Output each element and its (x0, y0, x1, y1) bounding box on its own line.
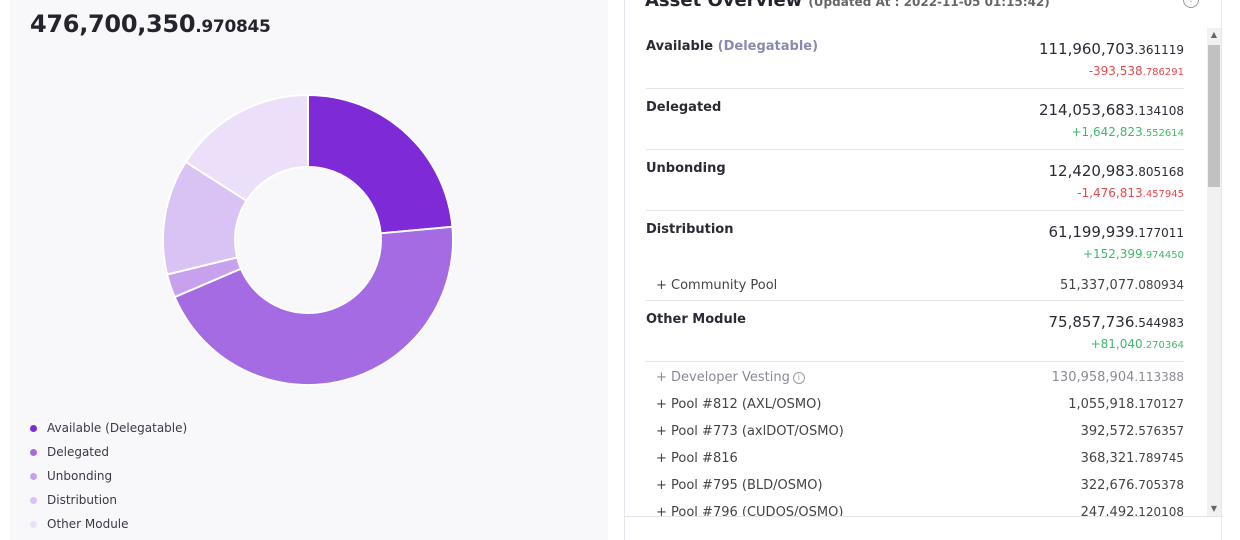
updated-at: (Updated At : 2022-11-05 01:15:42) (808, 0, 1050, 9)
asset-overview-panel: Asset Overview (Updated At : 2022-11-05 0… (624, 0, 1223, 540)
row-change: -393,538.786291 (1088, 64, 1184, 78)
row-amount: 75,857,736.544983 (1048, 313, 1184, 331)
legend-item-available[interactable]: Available (Delegatable) (30, 416, 187, 440)
vertical-scrollbar[interactable]: ▲ ▼ (1207, 28, 1221, 516)
info-icon[interactable]: i (792, 372, 805, 384)
legend-item-delegated[interactable]: Delegated (30, 440, 187, 464)
row-change: +81,040.270364 (1090, 337, 1184, 351)
legend-label: Delegated (47, 445, 110, 459)
row-change: +152,399.974450 (1082, 247, 1184, 261)
row-distribution: Distribution 61,199,939.177011 +152,399.… (646, 211, 1184, 272)
subrow-label: + Pool #796 (CUDOS/OSMO) (656, 505, 844, 516)
row-unbonding: Unbonding 12,420,983.805168 -1,476,813.4… (646, 150, 1184, 211)
total-amount: 476,700,350.970845 (30, 10, 271, 38)
row-amount: 61,199,939.177011 (1048, 223, 1184, 241)
asset-list[interactable]: Available (Delegatable) 111,960,703.3611… (625, 28, 1223, 516)
subrow-amount: 130,958,904.113388 (1051, 370, 1184, 385)
row-amount: 214,053,683.134108 (1038, 101, 1184, 119)
subrow-label: + Pool #816 (656, 451, 738, 466)
subrow-amount: 322,676.705378 (1080, 478, 1184, 493)
slice-available[interactable] (307, 93, 454, 235)
legend-item-unbonding[interactable]: Unbonding (30, 464, 187, 488)
row-label: Other Module (646, 312, 746, 327)
legend-label: Unbonding (47, 469, 113, 483)
subrow-amount: 368,321.789745 (1080, 451, 1184, 466)
row-delegated: Delegated 214,053,683.134108 +1,642,823.… (646, 89, 1184, 150)
legend-item-other-module[interactable]: Other Module (30, 512, 187, 536)
row-other-module: Other Module 75,857,736.544983 +81,040.2… (646, 301, 1184, 362)
legend-label: Distribution (47, 493, 118, 507)
subrow-pool-795: + Pool #795 (BLD/OSMO) 322,676.705378 (646, 472, 1184, 499)
subrow-amount: 392,572.576357 (1080, 424, 1184, 439)
legend-label: Available (Delegatable) (47, 421, 188, 435)
row-available: Available (Delegatable) 111,960,703.3611… (646, 28, 1184, 89)
subrow-community-pool: + Community Pool 51,337,077.080934 (646, 272, 1184, 301)
subrow-label: + Developer Vesting i (656, 370, 805, 385)
subrow-pool-773: + Pool #773 (axlDOT/OSMO) 392,572.576357 (646, 418, 1184, 445)
chart-legend: Available (Delegatable) Delegated Unbond… (30, 416, 187, 536)
legend-dot-icon (30, 472, 37, 480)
subrow-pool-812: + Pool #812 (AXL/OSMO) 1,055,918.170127 (646, 391, 1184, 418)
panel-title: Asset Overview (Updated At : 2022-11-05 0… (645, 0, 1050, 11)
subrow-label: + Community Pool (656, 278, 778, 293)
scroll-thumb[interactable] (1208, 45, 1220, 187)
subrow-label: + Pool #795 (BLD/OSMO) (656, 478, 823, 493)
help-icon[interactable]: ? (1183, 0, 1199, 8)
subrow-amount: 1,055,918.170127 (1068, 397, 1184, 412)
total-assets-panel: 476,700,350.970845 Available (Delegatabl… (10, 0, 608, 540)
legend-dot-icon (30, 496, 37, 504)
subrow-pool-796: + Pool #796 (CUDOS/OSMO) 247,492.120108 (646, 499, 1184, 516)
row-label: Delegated (646, 100, 722, 115)
divider (625, 516, 1223, 517)
row-label: Available (Delegatable) (646, 39, 819, 54)
legend-item-distribution[interactable]: Distribution (30, 488, 187, 512)
scroll-down-icon[interactable]: ▼ (1207, 502, 1221, 516)
subrow-amount: 247,492.120108 (1080, 505, 1184, 516)
row-label: Distribution (646, 222, 734, 237)
legend-dot-icon (30, 448, 37, 456)
legend-dot-icon (30, 520, 37, 528)
row-amount: 111,960,703.361119 (1038, 40, 1184, 58)
subrow-pool-816: + Pool #816 368,321.789745 (646, 445, 1184, 472)
legend-dot-icon (30, 424, 37, 432)
legend-label: Other Module (47, 517, 129, 531)
scroll-up-icon[interactable]: ▲ (1207, 28, 1221, 42)
row-change: -1,476,813.457945 (1077, 186, 1184, 200)
row-label: Unbonding (646, 161, 726, 176)
subrow-amount: 51,337,077.080934 (1059, 278, 1184, 293)
asset-donut-chart (162, 93, 454, 387)
row-change: +1,642,823.552614 (1071, 125, 1185, 139)
subrow-developer-vesting: + Developer Vesting i 130,958,904.113388 (646, 364, 1184, 391)
subrow-label: + Pool #812 (AXL/OSMO) (656, 397, 822, 412)
row-amount: 12,420,983.805168 (1048, 162, 1184, 180)
subrow-label: + Pool #773 (axlDOT/OSMO) (656, 424, 844, 439)
